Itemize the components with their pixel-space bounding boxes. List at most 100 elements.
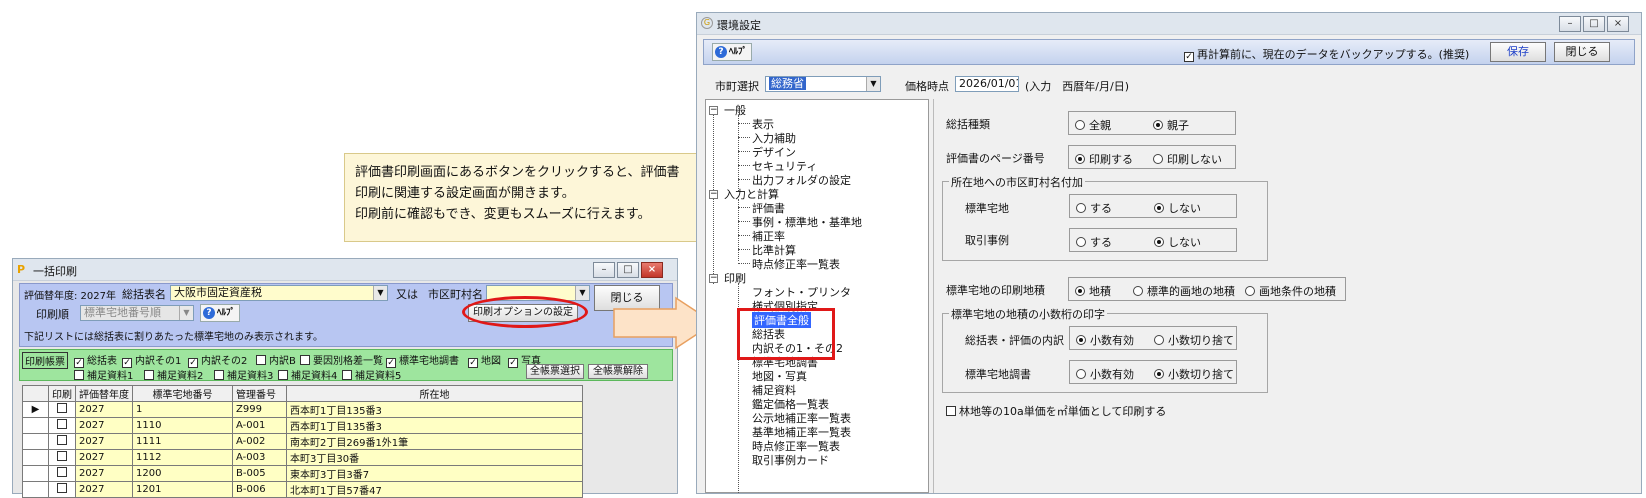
row-print-checkbox[interactable] — [48, 433, 76, 450]
collapse-icon[interactable]: − — [709, 106, 718, 115]
row-print-checkbox[interactable] — [48, 401, 76, 418]
chevron-down-icon: ▼ — [575, 286, 589, 300]
radio-decimal-truncate[interactable]: 小数切り捨て — [1154, 366, 1234, 382]
window-close-button[interactable]: × — [641, 262, 663, 278]
collapse-icon[interactable]: − — [709, 190, 718, 199]
minimize-button[interactable]: – — [593, 262, 615, 278]
table-row[interactable]: 2027 1112 A-003 本町3丁目30番 — [22, 449, 583, 466]
table-row[interactable]: 2027 1200 B-005 東本町3丁目3番7 — [22, 465, 583, 482]
dec-summary-radio-group: 小数有効 小数切り捨て — [1069, 326, 1237, 350]
radio-no-print[interactable]: 印刷しない — [1153, 151, 1222, 167]
tree-node-print[interactable]: 印刷 — [724, 270, 746, 286]
callout-line-2: 印刷に関連する設定画面が開きます。 — [355, 186, 575, 201]
radio-yes[interactable]: する — [1076, 234, 1112, 250]
price-date-input[interactable]: 2026/01/01 — [955, 76, 1019, 92]
help-button[interactable]: ? ﾍﾙﾌﾟ — [712, 43, 753, 61]
help-icon: ? — [715, 46, 727, 58]
col-header-year[interactable]: 評価替年度 — [75, 385, 133, 402]
city-label: 市区町村名 — [428, 288, 483, 301]
row-print-checkbox[interactable] — [48, 465, 76, 482]
dec-summary-label: 総括表・評価の内訳 — [965, 334, 1064, 347]
city-name-legend: 所在地への市区町村名付加 — [949, 174, 1085, 190]
col-header-mgmt-no[interactable]: 管理番号 — [232, 385, 287, 402]
tree-node-general[interactable]: 一般 — [724, 102, 746, 118]
table-row[interactable]: 2027 1201 B-006 北本町1丁目57番47 — [22, 481, 583, 498]
highlight-oval — [462, 296, 588, 328]
help-button-label: ﾍﾙﾌﾟ — [729, 47, 748, 57]
print-area-label: 標準宅地の印刷地積 — [946, 284, 1045, 297]
cell-mgmt-no: A-003 — [232, 449, 287, 466]
help-button-label: ﾍﾙﾌﾟ — [217, 308, 236, 318]
dec-survey-label: 標準宅地調書 — [965, 368, 1031, 381]
city-std-radio-group: する しない — [1069, 194, 1237, 218]
close-button[interactable]: 閉じる — [1554, 42, 1610, 62]
col-header-std-no[interactable]: 標準宅地番号 — [132, 385, 233, 402]
radio-no[interactable]: しない — [1154, 234, 1201, 250]
radio-decimal-truncate[interactable]: 小数切り捨て — [1154, 332, 1234, 348]
checkbox-breakdown1[interactable]: ✓ 内訳その1 — [122, 352, 181, 368]
print-order-select[interactable]: 標準宅地番号順 ▼ — [80, 305, 194, 321]
checkbox-map[interactable]: ✓ 地図 — [468, 352, 501, 368]
cell-year: 2027 — [75, 417, 133, 434]
checkbox-summary[interactable]: ✓ 総括表 — [74, 352, 117, 368]
chevron-down-icon: ▼ — [866, 77, 880, 91]
window-close-button[interactable]: × — [1607, 16, 1629, 32]
radio-parent-child[interactable]: 親子 — [1153, 117, 1189, 133]
help-button[interactable]: ? ﾍﾙﾌﾟ — [200, 304, 241, 322]
col-header-print[interactable]: 印刷 — [48, 385, 76, 402]
backup-checkbox-label: 再計算前に、現在のデータをバックアップする。(推奨) — [1197, 48, 1470, 61]
table-row[interactable]: 2027 1110 A-001 西本町1丁目135番3 — [22, 417, 583, 434]
checkbox-supp4[interactable]: 補足資料4 — [278, 367, 337, 382]
checkbox-supp3[interactable]: 補足資料3 — [214, 367, 273, 382]
checkbox-breakdown2[interactable]: ✓ 内訳その2 — [188, 352, 247, 368]
callout-line-1: 評価書印刷画面にあるボタンをクリックすると、評価書 — [355, 165, 680, 180]
radio-no[interactable]: しない — [1154, 200, 1201, 216]
current-row-arrow-icon: ▶ — [22, 401, 49, 418]
cell-std-no: 1200 — [132, 465, 233, 482]
save-button[interactable]: 保存 — [1490, 42, 1546, 62]
cell-std-no: 1201 — [132, 481, 233, 498]
cell-year: 2027 — [75, 401, 133, 418]
radio-decimal-valid[interactable]: 小数有効 — [1076, 366, 1134, 382]
maximize-button[interactable]: □ — [1583, 16, 1605, 32]
row-print-checkbox[interactable] — [48, 481, 76, 498]
minimize-button[interactable]: – — [1559, 16, 1581, 32]
radio-yes[interactable]: する — [1076, 200, 1112, 216]
app-icon: G — [701, 17, 713, 29]
window-title: 環境設定 — [717, 19, 761, 32]
backup-checkbox[interactable]: ✓ 再計算前に、現在のデータをバックアップする。(推奨) — [1184, 46, 1469, 62]
collapse-icon[interactable]: − — [709, 274, 718, 283]
radio-area[interactable]: 地積 — [1075, 283, 1111, 299]
summary-select[interactable]: 大阪市固定資産税 ▼ — [170, 285, 388, 301]
tree-item-time-adjust[interactable]: 時点修正率一覧表 — [752, 256, 840, 272]
radio-std-lot-area[interactable]: 標準的画地の地積 — [1133, 283, 1235, 299]
checkbox-supp2[interactable]: 補足資料2 — [144, 367, 203, 382]
forest-unit-checkbox[interactable]: 林地等の10a単価を㎡単価として印刷する — [946, 403, 1166, 419]
table-row[interactable]: ▶ 2027 1 Z999 西本町1丁目135番3 — [22, 401, 583, 418]
row-print-checkbox[interactable] — [48, 449, 76, 466]
table-row[interactable]: 2027 1111 A-002 南本町2丁目269番1外1筆 — [22, 433, 583, 450]
table-header-row: 印刷 評価替年度 標準宅地番号 管理番号 所在地 — [22, 385, 583, 402]
maximize-button[interactable]: □ — [617, 262, 639, 278]
radio-all-parent[interactable]: 全親 — [1075, 117, 1111, 133]
summary-type-radio-group: 全親 親子 — [1068, 111, 1236, 135]
tree-item-trade-card[interactable]: 取引事例カード — [752, 452, 829, 468]
print-order-value: 標準宅地番号順 — [84, 306, 161, 319]
highlight-box — [737, 308, 835, 360]
checkbox-factor-diff[interactable]: 要因別格差一覧 — [300, 352, 383, 367]
price-date-value: 2026/01/01 — [959, 77, 1019, 90]
row-print-checkbox[interactable] — [48, 417, 76, 434]
checkbox-supp1[interactable]: 補足資料1 — [74, 367, 133, 382]
checkbox-breakdown-b[interactable]: 内訳B — [256, 352, 296, 367]
deselect-all-forms-button[interactable]: 全帳票解除 — [588, 364, 648, 379]
checkbox-std-survey[interactable]: ✓ 標準宅地調書 — [386, 352, 459, 368]
cell-year: 2027 — [75, 433, 133, 450]
select-all-forms-button[interactable]: 全帳票選択 — [526, 364, 584, 379]
radio-lot-condition-area[interactable]: 画地条件の地積 — [1245, 283, 1336, 299]
checkbox-supp5[interactable]: 補足資料5 — [342, 367, 401, 382]
col-header-location[interactable]: 所在地 — [286, 385, 583, 402]
radio-print[interactable]: 印刷する — [1075, 151, 1133, 167]
city-name-fieldset: 所在地への市区町村名付加 標準宅地 する しない 取引事例 する しない — [942, 174, 1268, 261]
city-select[interactable]: 総務省 ▼ — [765, 76, 881, 92]
radio-decimal-valid[interactable]: 小数有効 — [1076, 332, 1134, 348]
